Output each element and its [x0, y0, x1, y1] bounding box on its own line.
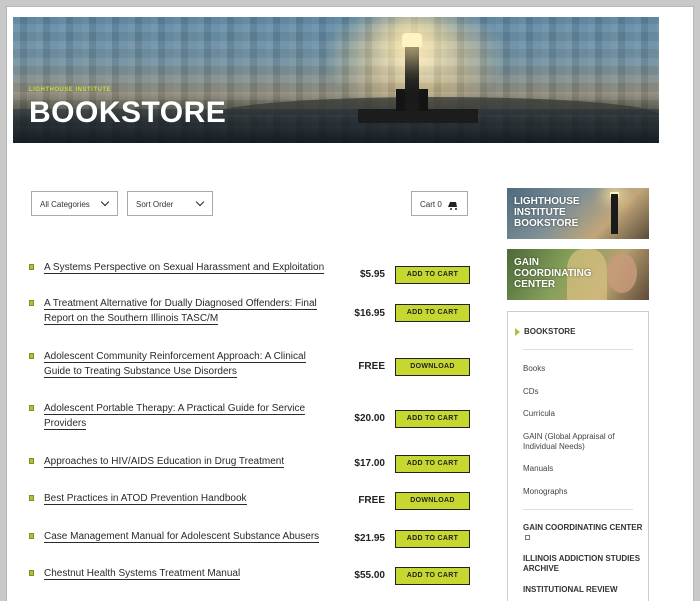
- sidebar-menu: BOOKSTORE Books CDs Curricula GAIN (Glob…: [507, 311, 649, 601]
- product-price: FREE: [358, 495, 385, 506]
- chevron-down-icon: [195, 197, 205, 207]
- add-to-cart-button[interactable]: ADD TO CART: [395, 410, 470, 428]
- category-select[interactable]: All Categories: [31, 191, 118, 216]
- download-button[interactable]: DOWNLOAD: [395, 358, 470, 376]
- gain-center-banner[interactable]: GAIN COORDINATING CENTER: [507, 249, 649, 300]
- bullet-icon: [29, 405, 34, 411]
- hero-banner: LIGHTHOUSE INSTITUTE BOOKSTORE: [13, 17, 659, 143]
- banner-label: LIGHTHOUSE INSTITUTE BOOKSTORE: [514, 196, 580, 229]
- triangle-right-icon: [515, 327, 520, 336]
- banner-photo-person: [607, 253, 637, 293]
- page-title: BOOKSTORE: [29, 96, 227, 129]
- lighthouse-bookstore-banner[interactable]: LIGHTHOUSE INSTITUTE BOOKSTORE: [507, 188, 649, 239]
- bullet-icon: [29, 353, 34, 359]
- banner-lighthouse-tower: [611, 194, 618, 234]
- bullet-icon: [29, 495, 34, 501]
- sort-select-value: Sort Order: [136, 200, 174, 209]
- sidebar-menu-heading[interactable]: BOOKSTORE: [515, 327, 575, 336]
- divider: [523, 349, 633, 350]
- product-title-link[interactable]: Best Practices in ATOD Prevention Handbo…: [44, 491, 329, 506]
- sidebar-item-cds[interactable]: CDs: [523, 387, 638, 397]
- sidebar-item-manuals[interactable]: Manuals: [523, 464, 638, 474]
- add-to-cart-button[interactable]: ADD TO CART: [395, 530, 470, 548]
- sort-select[interactable]: Sort Order: [127, 191, 213, 216]
- category-select-value: All Categories: [40, 200, 90, 209]
- product-price: $20.00: [354, 413, 385, 424]
- page: LIGHTHOUSE INSTITUTE BOOKSTORE All Categ…: [6, 6, 694, 601]
- product-price: $5.95: [359, 269, 385, 280]
- bullet-icon: [29, 570, 34, 576]
- divider: [523, 509, 633, 510]
- add-to-cart-button[interactable]: ADD TO CART: [395, 304, 470, 322]
- cart-label: Cart 0: [420, 200, 442, 209]
- banner-label: GAIN COORDINATING CENTER: [514, 257, 592, 290]
- add-to-cart-button[interactable]: ADD TO CART: [395, 567, 470, 585]
- bullet-icon: [29, 458, 34, 464]
- product-title-link[interactable]: Case Management Manual for Adolescent Su…: [44, 529, 329, 544]
- bullet-icon: [29, 300, 34, 306]
- product-price: $17.00: [354, 458, 385, 469]
- sidebar-link-illinois-archive[interactable]: ILLINOIS ADDICTION STUDIES ARCHIVE: [523, 554, 643, 574]
- sidebar-link-institutional-review[interactable]: INSTITUTIONAL REVIEW: [523, 585, 643, 595]
- hero-kicker: LIGHTHOUSE INSTITUTE: [29, 87, 111, 93]
- product-price: $55.00: [354, 570, 385, 581]
- bullet-icon: [29, 533, 34, 539]
- product-title-link[interactable]: Adolescent Community Reinforcement Appro…: [44, 349, 329, 379]
- product-title-link[interactable]: Approaches to HIV/AIDS Education in Drug…: [44, 454, 329, 469]
- product-title-link[interactable]: A Treatment Alternative for Dually Diagn…: [44, 296, 329, 326]
- product-price: $21.95: [354, 533, 385, 544]
- hero-pier: [358, 109, 478, 123]
- product-title-link[interactable]: Chestnut Health Systems Treatment Manual: [44, 566, 329, 581]
- hero-lighthouse-tower: [405, 45, 419, 111]
- bullet-icon: [29, 264, 34, 270]
- sidebar-item-gain[interactable]: GAIN (Global Appraisal of Individual Nee…: [523, 432, 638, 452]
- product-title-link[interactable]: A Systems Perspective on Sexual Harassme…: [44, 260, 329, 275]
- chevron-down-icon: [100, 197, 110, 207]
- cart-icon: [448, 200, 457, 210]
- sidebar-item-curricula[interactable]: Curricula: [523, 409, 638, 419]
- sidebar-link-gain-center[interactable]: GAIN COORDINATING CENTER: [523, 523, 643, 543]
- product-title-link[interactable]: Adolescent Portable Therapy: A Practical…: [44, 401, 329, 431]
- add-to-cart-button[interactable]: ADD TO CART: [395, 266, 470, 284]
- sidebar-item-books[interactable]: Books: [523, 364, 638, 374]
- product-price: FREE: [358, 361, 385, 372]
- product-price: $16.95: [354, 308, 385, 319]
- cart-button[interactable]: Cart 0: [411, 191, 468, 216]
- download-button[interactable]: DOWNLOAD: [395, 492, 470, 510]
- add-to-cart-button[interactable]: ADD TO CART: [395, 455, 470, 473]
- hero-lighthouse-lamp: [402, 33, 422, 47]
- external-link-icon: [525, 535, 530, 540]
- sidebar-item-monographs[interactable]: Monographs: [523, 487, 638, 497]
